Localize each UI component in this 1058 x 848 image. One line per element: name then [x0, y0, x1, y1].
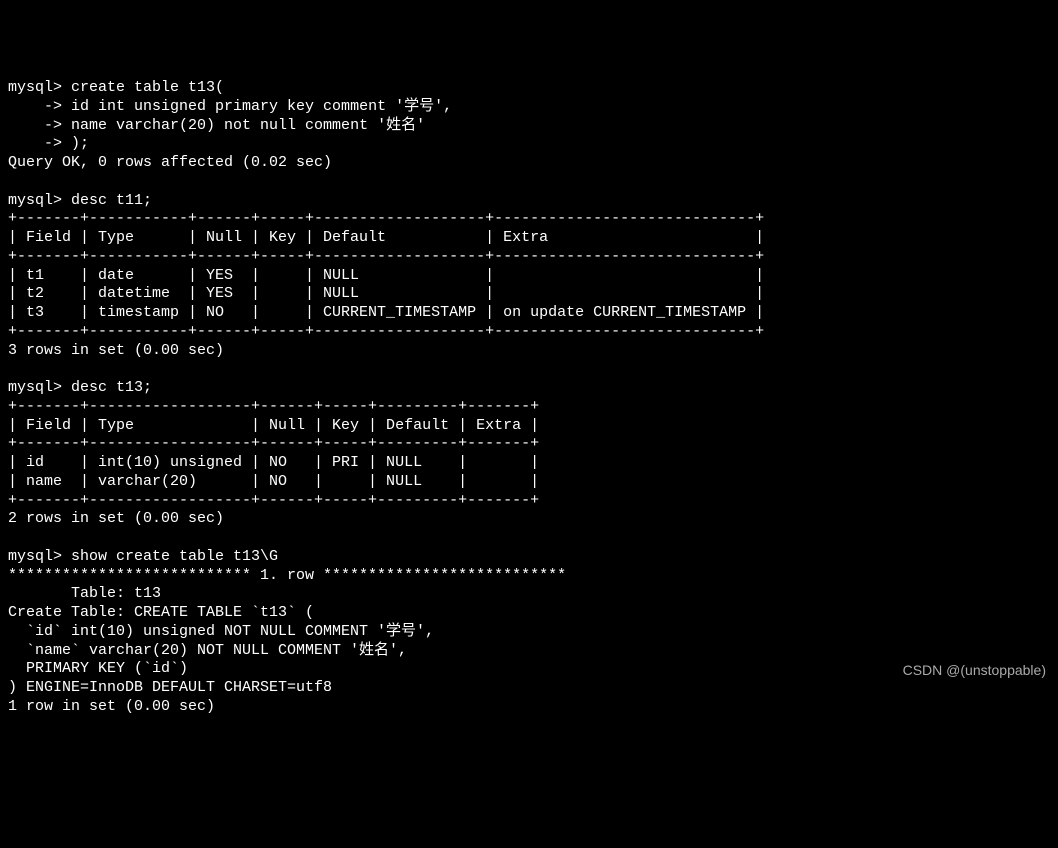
watermark: CSDN @(unstoppable) [903, 662, 1046, 680]
table-header: | Field | Type | Null | Key | Default | … [8, 229, 764, 246]
query-result: 1 row in set (0.00 sec) [8, 698, 215, 715]
prompt-cont: -> [8, 135, 62, 152]
table-row: | t2 | datetime | YES | | NULL | | [8, 285, 764, 302]
row-separator: *************************** 1. row *****… [8, 567, 566, 584]
terminal-output[interactable]: mysql> create table t13( -> id int unsig… [8, 79, 1050, 717]
table-border: +-------+------------------+------+-----… [8, 435, 539, 452]
query-result: 2 rows in set (0.00 sec) [8, 510, 224, 527]
output-line: `id` int(10) unsigned NOT NULL COMMENT '… [8, 623, 434, 640]
prompt: mysql> [8, 548, 62, 565]
table-border: +-------+-----------+------+-----+------… [8, 323, 764, 340]
table-row: | name | varchar(20) | NO | | NULL | | [8, 473, 539, 490]
table-border: +-------+-----------+------+-----+------… [8, 248, 764, 265]
table-border: +-------+------------------+------+-----… [8, 492, 539, 509]
prompt-cont: -> [8, 98, 62, 115]
output-line: Create Table: CREATE TABLE `t13` ( [8, 604, 314, 621]
prompt-cont: -> [8, 117, 62, 134]
output-line: PRIMARY KEY (`id`) [8, 660, 188, 677]
command-text: show create table t13\G [62, 548, 278, 565]
table-border: +-------+------------------+------+-----… [8, 398, 539, 415]
query-result: 3 rows in set (0.00 sec) [8, 342, 224, 359]
output-line: `name` varchar(20) NOT NULL COMMENT '姓名'… [8, 642, 407, 659]
command-text: create table t13( [62, 79, 224, 96]
table-header: | Field | Type | Null | Key | Default | … [8, 417, 539, 434]
prompt: mysql> [8, 192, 62, 209]
command-text: ); [62, 135, 89, 152]
table-row: | t1 | date | YES | | NULL | | [8, 267, 764, 284]
output-line: ) ENGINE=InnoDB DEFAULT CHARSET=utf8 [8, 679, 332, 696]
command-text: desc t11; [62, 192, 152, 209]
table-row: | id | int(10) unsigned | NO | PRI | NUL… [8, 454, 539, 471]
command-text: id int unsigned primary key comment '学号'… [62, 98, 452, 115]
table-row: | t3 | timestamp | NO | | CURRENT_TIMEST… [8, 304, 764, 321]
query-result: Query OK, 0 rows affected (0.02 sec) [8, 154, 332, 171]
prompt: mysql> [8, 79, 62, 96]
table-border: +-------+-----------+------+-----+------… [8, 210, 764, 227]
output-line: Table: t13 [8, 585, 161, 602]
command-text: desc t13; [62, 379, 152, 396]
command-text: name varchar(20) not null comment '姓名' [62, 117, 425, 134]
prompt: mysql> [8, 379, 62, 396]
